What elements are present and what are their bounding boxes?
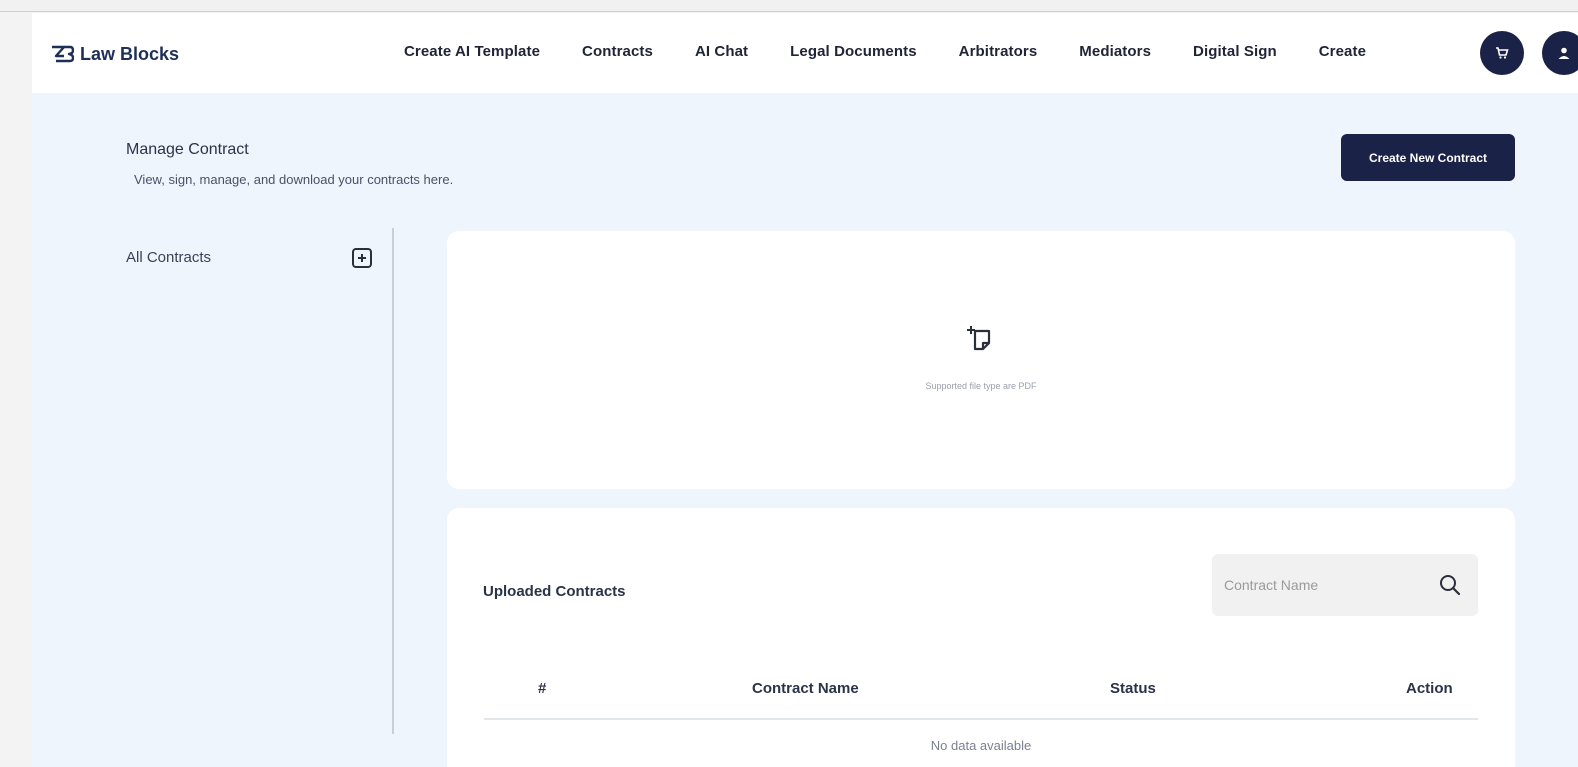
sidebar-divider bbox=[392, 228, 394, 734]
user-button[interactable] bbox=[1542, 31, 1578, 75]
contract-name-search-input[interactable] bbox=[1224, 572, 1424, 598]
upload-dropzone[interactable]: Supported file type are PDF bbox=[447, 231, 1515, 489]
top-navbar: Law Blocks Create AI Template Contracts … bbox=[32, 13, 1578, 93]
column-header-action: Action bbox=[1406, 680, 1453, 697]
add-folder-button[interactable] bbox=[352, 248, 372, 268]
search-icon[interactable] bbox=[1438, 573, 1462, 597]
nav-create-ai-template[interactable]: Create AI Template bbox=[404, 43, 540, 60]
cart-button[interactable] bbox=[1480, 31, 1524, 75]
table-header-divider bbox=[484, 718, 1478, 720]
upload-file-icon[interactable] bbox=[965, 324, 997, 356]
upload-hint: Supported file type are PDF bbox=[925, 381, 1037, 391]
nav-contracts[interactable]: Contracts bbox=[582, 43, 653, 60]
brand-name: Law Blocks bbox=[80, 43, 180, 64]
nav-digital-sign[interactable]: Digital Sign bbox=[1193, 43, 1277, 60]
cart-icon bbox=[1496, 47, 1509, 59]
page-title: Manage Contract bbox=[126, 141, 249, 158]
nav-arbitrators[interactable]: Arbitrators bbox=[959, 43, 1038, 60]
user-icon bbox=[1558, 47, 1570, 59]
browser-top-strip bbox=[0, 0, 1578, 12]
page-subtitle: View, sign, manage, and download your co… bbox=[134, 172, 454, 187]
column-header-contract-name: Contract Name bbox=[752, 680, 859, 697]
uploaded-contracts-title: Uploaded Contracts bbox=[483, 583, 626, 600]
create-new-contract-button[interactable]: Create New Contract bbox=[1341, 134, 1515, 181]
column-header-number: # bbox=[538, 680, 547, 697]
nav-create[interactable]: Create bbox=[1319, 43, 1366, 60]
sidebar-item-all-contracts[interactable]: All Contracts bbox=[126, 249, 211, 266]
nav-links: Create AI Template Contracts AI Chat Leg… bbox=[404, 43, 1366, 60]
uploaded-contracts-card bbox=[447, 508, 1515, 767]
nav-legal-documents[interactable]: Legal Documents bbox=[790, 43, 917, 60]
plus-square-icon bbox=[358, 254, 366, 262]
app-window: Law Blocks Create AI Template Contracts … bbox=[32, 13, 1578, 767]
table-empty-state: No data available bbox=[930, 738, 1032, 753]
nav-mediators[interactable]: Mediators bbox=[1079, 43, 1151, 60]
column-header-status: Status bbox=[1110, 680, 1156, 697]
law-blocks-logo-icon bbox=[52, 45, 74, 63]
contract-search bbox=[1212, 554, 1478, 616]
brand-logo[interactable]: Law Blocks bbox=[50, 43, 179, 65]
nav-ai-chat[interactable]: AI Chat bbox=[695, 43, 748, 60]
